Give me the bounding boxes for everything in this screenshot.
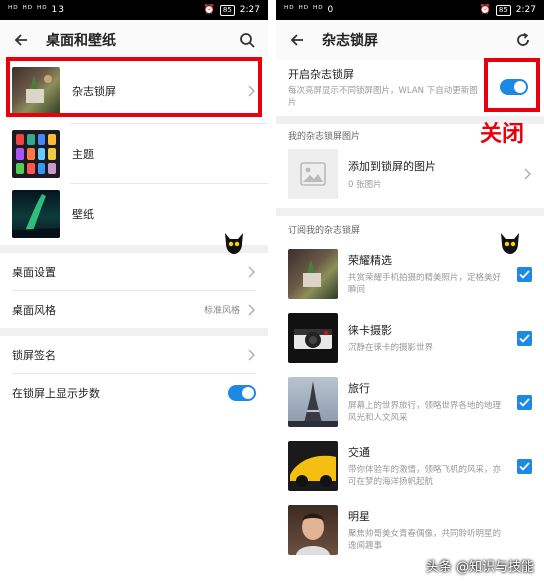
signal-icons: ᴴᴰ ᴴᴰ ᴴᴰ 13	[8, 5, 65, 15]
row-desktop-settings[interactable]: 桌面设置	[0, 253, 268, 290]
magazine-title: 荣耀精选	[348, 254, 392, 267]
magazine-title: 明星	[348, 510, 370, 523]
divider	[70, 183, 268, 184]
show-steps-toggle[interactable]	[228, 384, 256, 401]
page-title: 桌面和壁纸	[46, 33, 116, 49]
theme-thumbnail	[12, 130, 60, 178]
row-label: 锁屏签名	[12, 348, 56, 362]
cat-sticker-icon	[498, 230, 522, 256]
menu-item-theme[interactable]: 主题	[0, 125, 268, 183]
cat-sticker-icon	[222, 230, 246, 256]
add-images-title: 添加到锁屏的图片	[348, 160, 436, 173]
magazine-item-travel[interactable]: 旅行 屏幕上的世界旅行，领略世界各地的地理风光和人文风采	[276, 370, 544, 434]
watermark-text: 头条 @知识与技能	[425, 560, 534, 575]
close-annotation: 关闭	[480, 122, 525, 147]
page-title: 杂志锁屏	[322, 33, 378, 49]
status-time: 2:27	[515, 5, 536, 15]
check-icon[interactable]	[517, 266, 532, 282]
magazine-toggle-row: 开启杂志锁屏 每次亮屏显示不同锁屏图片，WLAN 下自动更新图片	[276, 60, 544, 110]
row-label: 在锁屏上显示步数	[12, 386, 100, 400]
chevron-right-icon	[246, 84, 256, 98]
magazine-thumbnail	[12, 67, 60, 115]
search-icon[interactable]	[236, 29, 258, 51]
item-label: 主题	[72, 148, 94, 161]
magazine-title: 旅行	[348, 382, 370, 395]
magazine-desc: 共赏荣耀手机拍摄的精美照片，定格美好瞬间	[348, 273, 502, 295]
battery-icon: 85	[495, 4, 511, 16]
item-label: 杂志锁屏	[72, 85, 116, 98]
add-lockscreen-images[interactable]: 添加到锁屏的图片 0 张图片	[276, 146, 544, 202]
refresh-icon[interactable]	[512, 29, 534, 51]
section-gap	[276, 208, 544, 216]
toggle-description: 每次亮屏显示不同锁屏图片，WLAN 下自动更新图片	[288, 85, 478, 108]
status-bar: ᴴᴰ ᴴᴰ ᴴᴰ 13 ⏰ 85 2:27	[0, 0, 268, 20]
magazine-item-leica[interactable]: 徕卡摄影 沉静在徕卡的摄影世界	[276, 306, 544, 370]
leica-thumbnail	[288, 313, 338, 363]
magazine-title: 交通	[348, 446, 370, 459]
back-arrow-icon[interactable]	[10, 29, 32, 51]
transport-thumbnail	[288, 441, 338, 491]
chevron-right-icon	[246, 303, 256, 317]
magazine-desc: 屏幕上的世界旅行，领略世界各地的地理风光和人文风采	[348, 401, 502, 423]
image-count: 0 张图片	[348, 180, 382, 190]
honor-thumbnail	[288, 249, 338, 299]
right-screen: ᴴᴰ ᴴᴰ ᴴᴰ 0 ⏰ 85 2:27 杂志锁屏 开启杂志锁屏 每次亮屏显示不…	[276, 0, 544, 581]
image-placeholder-icon	[288, 149, 338, 199]
chevron-right-icon	[246, 265, 256, 279]
stars-thumbnail	[288, 505, 338, 555]
row-show-steps: 在锁屏上显示步数	[0, 374, 268, 411]
left-screen: ᴴᴰ ᴴᴰ ᴴᴰ 13 ⏰ 85 2:27 桌面和壁纸 杂志锁屏 主题 壁纸 桌…	[0, 0, 268, 581]
check-icon[interactable]	[517, 458, 532, 474]
status-time: 2:27	[239, 5, 260, 15]
chevron-right-icon	[246, 348, 256, 362]
alarm-icon: ⏰	[479, 5, 491, 15]
row-label: 桌面风格	[12, 303, 56, 317]
app-bar: 桌面和壁纸	[0, 20, 268, 60]
magazine-title: 徕卡摄影	[348, 324, 392, 337]
toggle-title: 开启杂志锁屏	[288, 67, 354, 81]
magazine-desc: 聚焦帅哥美女青春偶像，共同聆听明星的逸闻趣事	[348, 529, 502, 551]
magazine-item-stars[interactable]: 明星 聚焦帅哥美女青春偶像，共同聆听明星的逸闻趣事	[276, 498, 544, 562]
magazine-item-transport[interactable]: 交通 带你体验车的激情，领略飞机的风采，亦可在梦的海洋扬帆起航	[276, 434, 544, 498]
magazine-unlock-toggle[interactable]	[500, 79, 528, 95]
app-bar: 杂志锁屏	[276, 20, 544, 60]
item-label: 壁纸	[72, 208, 94, 221]
signal-icons: ᴴᴰ ᴴᴰ ᴴᴰ 0	[284, 5, 335, 15]
magazine-desc: 带你体验车的激情，领略飞机的风采，亦可在梦的海洋扬帆起航	[348, 465, 502, 487]
section-gap	[0, 328, 268, 336]
check-icon[interactable]	[517, 394, 532, 410]
battery-icon: 85	[219, 4, 235, 16]
row-label: 桌面设置	[12, 265, 56, 279]
wallpaper-thumbnail	[12, 190, 60, 238]
alarm-icon: ⏰	[203, 5, 215, 15]
check-icon[interactable]	[517, 330, 532, 346]
row-value: 标准风格	[203, 306, 240, 316]
row-desktop-style[interactable]: 桌面风格 标准风格	[0, 291, 268, 328]
magazine-desc: 沉静在徕卡的摄影世界	[348, 343, 434, 353]
travel-thumbnail	[288, 377, 338, 427]
divider	[70, 123, 268, 124]
menu-item-magazine-unlock[interactable]: 杂志锁屏	[0, 63, 268, 119]
chevron-right-icon	[522, 167, 532, 181]
status-bar: ᴴᴰ ᴴᴰ ᴴᴰ 0 ⏰ 85 2:27	[276, 0, 544, 20]
row-lockscreen-signature[interactable]: 锁屏签名	[0, 336, 268, 373]
back-arrow-icon[interactable]	[286, 29, 308, 51]
